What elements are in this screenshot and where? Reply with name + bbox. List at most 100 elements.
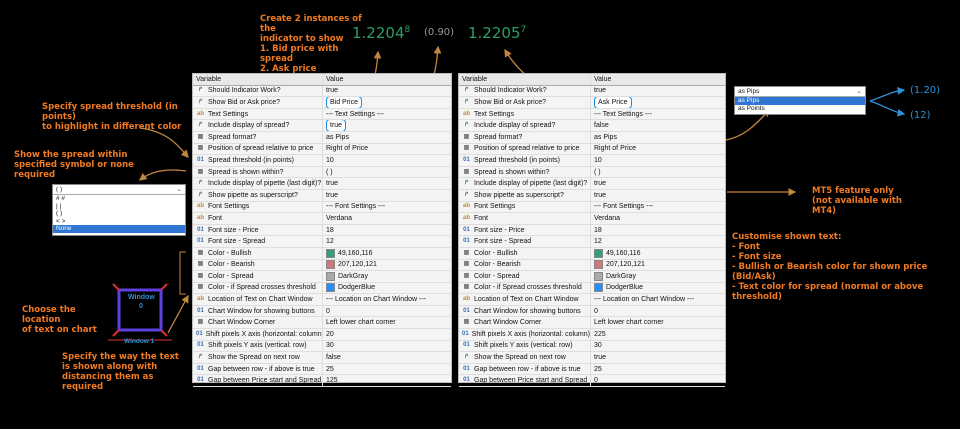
table-row[interactable]: ▦ Color - Spread DarkGray bbox=[459, 271, 725, 283]
param-value-cell[interactable]: 0 bbox=[591, 375, 725, 386]
table-row[interactable]: ▦ Spread is shown within? ( ) bbox=[193, 166, 451, 179]
table-row[interactable]: ▦ Position of spread relative to price Rig… bbox=[459, 143, 725, 156]
param-value-cell[interactable]: 10 bbox=[591, 155, 725, 166]
param-value-cell[interactable]: 18 bbox=[591, 225, 725, 236]
param-value-cell[interactable]: true bbox=[591, 178, 725, 189]
param-value-cell[interactable]: true bbox=[591, 86, 725, 97]
table-row[interactable]: ab Location of Text on Chart Window --- Lo… bbox=[459, 294, 725, 306]
table-row[interactable]: ↱ Show the Spread on next row true bbox=[459, 352, 725, 364]
dropdown-option[interactable]: < > bbox=[53, 218, 185, 226]
table-row[interactable]: ab Font Settings --- Font Settings --- bbox=[193, 201, 451, 214]
param-value-cell[interactable]: 207,120,121 bbox=[591, 260, 725, 271]
param-value-cell[interactable]: false bbox=[323, 352, 451, 363]
table-row[interactable]: ▦ Color - if Spread crosses threshold Dodg… bbox=[459, 282, 725, 295]
table-row[interactable]: ↱ Include display of pipette (last digit)… bbox=[459, 178, 725, 190]
param-value-cell[interactable]: Left lower chart corner bbox=[591, 317, 725, 328]
param-value-cell[interactable]: Verdana bbox=[591, 213, 725, 224]
param-value-cell[interactable]: Right of Price bbox=[323, 144, 451, 155]
table-row[interactable]: ↱ Should Indicator Work? true bbox=[459, 85, 725, 98]
param-value-cell[interactable]: true bbox=[591, 190, 725, 201]
param-value-cell[interactable]: true bbox=[323, 190, 451, 201]
param-value-cell[interactable]: 49,160,116 bbox=[323, 248, 451, 259]
table-row[interactable]: ▦ Color - Bearish 207,120,121 bbox=[193, 259, 451, 272]
param-value-cell[interactable]: --- Location on Chart Window --- bbox=[591, 294, 725, 305]
param-value-cell[interactable]: 12 bbox=[323, 236, 451, 247]
table-row[interactable]: 01 Gap between row - if above is true 25 bbox=[459, 363, 725, 376]
param-value-cell[interactable]: Right of Price bbox=[591, 144, 725, 155]
table-row[interactable]: ↱ Show the Spread on next row false bbox=[193, 352, 451, 364]
param-value-cell[interactable]: true bbox=[323, 120, 451, 131]
spread-format-selected[interactable]: as Pips ⌄ bbox=[735, 87, 865, 97]
param-value-cell[interactable]: DodgerBlue bbox=[323, 283, 451, 294]
table-row[interactable]: ▦ Color - Spread DarkGray bbox=[193, 271, 451, 283]
param-value-cell[interactable]: DodgerBlue bbox=[591, 283, 725, 294]
table-row[interactable]: ▦ Chart Window Corner Left lower chart cor… bbox=[193, 317, 451, 330]
table-row[interactable]: ▦ Position of spread relative to price Rig… bbox=[193, 143, 451, 156]
table-row[interactable]: ▦ Spread format? as Pips bbox=[193, 131, 451, 144]
param-value-cell[interactable]: 0 bbox=[591, 306, 725, 317]
param-value-cell[interactable]: 0 bbox=[323, 306, 451, 317]
param-value-cell[interactable]: 25 bbox=[591, 364, 725, 375]
dropdown-option[interactable]: ( ) bbox=[53, 210, 185, 218]
table-row[interactable]: 01 Font size - Price 18 bbox=[459, 224, 725, 237]
table-row[interactable]: ab Font Verdana bbox=[459, 213, 725, 225]
table-row[interactable]: 01 Shift pixels X axis (horizontal: colum… bbox=[193, 329, 451, 341]
param-value-cell[interactable]: as Pips bbox=[591, 132, 725, 143]
dropdown-option[interactable]: as Points bbox=[735, 105, 865, 113]
table-row[interactable]: 01 Spread threshold (in points) 10 bbox=[459, 155, 725, 167]
param-value-cell[interactable]: 18 bbox=[323, 225, 451, 236]
param-value-cell[interactable]: --- Font Settings --- bbox=[591, 202, 725, 213]
dropdown-option[interactable]: | | bbox=[53, 203, 185, 211]
param-value-cell[interactable]: 49,160,116 bbox=[591, 248, 725, 259]
table-row[interactable]: ▦ Spread format? as Pips bbox=[459, 131, 725, 144]
param-value-cell[interactable]: 20 bbox=[323, 329, 451, 340]
table-row[interactable]: 01 Spread threshold (in points) 10 bbox=[193, 155, 451, 167]
dropdown-option[interactable]: # # bbox=[53, 195, 185, 203]
spread-format-dropdown[interactable]: as Pips ⌄ as Pips as Points bbox=[734, 86, 866, 115]
table-row[interactable]: 01 Font size - Price 18 bbox=[193, 224, 451, 237]
table-row[interactable]: 01 Chart Window for showing buttons 0 bbox=[193, 305, 451, 318]
param-value-cell[interactable]: Bid Price bbox=[323, 97, 451, 108]
table-row[interactable]: 01 Chart Window for showing buttons 0 bbox=[459, 305, 725, 318]
param-value-cell[interactable]: ( ) bbox=[591, 167, 725, 178]
table-row[interactable]: ▦ Color - Bearish 207,120,121 bbox=[459, 259, 725, 272]
param-value-cell[interactable]: --- Text Settings --- bbox=[323, 109, 451, 120]
param-value-cell[interactable]: 30 bbox=[591, 341, 725, 352]
table-row[interactable]: ab Text Settings --- Text Settings --- bbox=[193, 108, 451, 121]
table-row[interactable]: ab Font Settings --- Font Settings --- bbox=[459, 201, 725, 214]
table-row[interactable]: ↱ Show pipette as superscript? true bbox=[459, 189, 725, 202]
param-value-cell[interactable]: Ask Price bbox=[591, 97, 725, 108]
table-row[interactable]: ↱ Show Bid or Ask price? Ask Price bbox=[459, 97, 725, 109]
spread-within-dropdown[interactable]: ( ) ⌄ # # | |( ) < > None bbox=[52, 184, 186, 236]
param-value-cell[interactable]: true bbox=[591, 352, 725, 363]
param-value-cell[interactable]: --- Font Settings --- bbox=[323, 202, 451, 213]
param-value-cell[interactable]: DarkGray bbox=[323, 271, 451, 282]
param-value-cell[interactable]: false bbox=[591, 120, 725, 131]
table-row[interactable]: 01 Shift pixels Y axis (vertical: row) 30 bbox=[459, 340, 725, 353]
table-row[interactable]: ▦ Color - if Spread crosses threshold Dodg… bbox=[193, 282, 451, 295]
param-value-cell[interactable]: 25 bbox=[323, 364, 451, 375]
dropdown-option[interactable]: as Pips bbox=[735, 97, 865, 105]
table-row[interactable]: ab Location of Text on Chart Window --- Lo… bbox=[193, 294, 451, 306]
param-value-cell[interactable]: Left lower chart corner bbox=[323, 317, 451, 328]
dropdown-option[interactable]: None bbox=[53, 225, 185, 233]
table-row[interactable]: ↱ Show pipette as superscript? true bbox=[193, 189, 451, 202]
table-row[interactable]: ↱ Include display of pipette (last digit)… bbox=[193, 178, 451, 190]
table-row[interactable]: 01 Font size - Spread 12 bbox=[459, 236, 725, 248]
table-row[interactable]: ↱ Should Indicator Work? true bbox=[193, 85, 451, 98]
param-value-cell[interactable]: Verdana bbox=[323, 213, 451, 224]
param-value-cell[interactable]: 10 bbox=[323, 155, 451, 166]
table-row[interactable]: ab Text Settings --- Text Settings --- bbox=[459, 108, 725, 121]
param-value-cell[interactable]: 12 bbox=[591, 236, 725, 247]
param-value-cell[interactable]: 125 bbox=[323, 375, 451, 386]
table-row[interactable]: ▦ Color - Bullish 49,160,116 bbox=[459, 247, 725, 260]
param-value-cell[interactable]: true bbox=[323, 178, 451, 189]
table-row[interactable]: 01 Gap between Price start and Spread 125 bbox=[193, 375, 451, 388]
param-value-cell[interactable]: --- Text Settings --- bbox=[591, 109, 725, 120]
table-row[interactable]: 01 Font size - Spread 12 bbox=[193, 236, 451, 248]
table-row[interactable]: 01 Gap between Price start and Spread 0 bbox=[459, 375, 725, 388]
table-row[interactable]: 01 Shift pixels Y axis (vertical: row) 30 bbox=[193, 340, 451, 353]
param-value-cell[interactable]: DarkGray bbox=[591, 271, 725, 282]
table-row[interactable]: ↱ Include display of spread? true bbox=[193, 120, 451, 132]
param-value-cell[interactable]: as Pips bbox=[323, 132, 451, 143]
